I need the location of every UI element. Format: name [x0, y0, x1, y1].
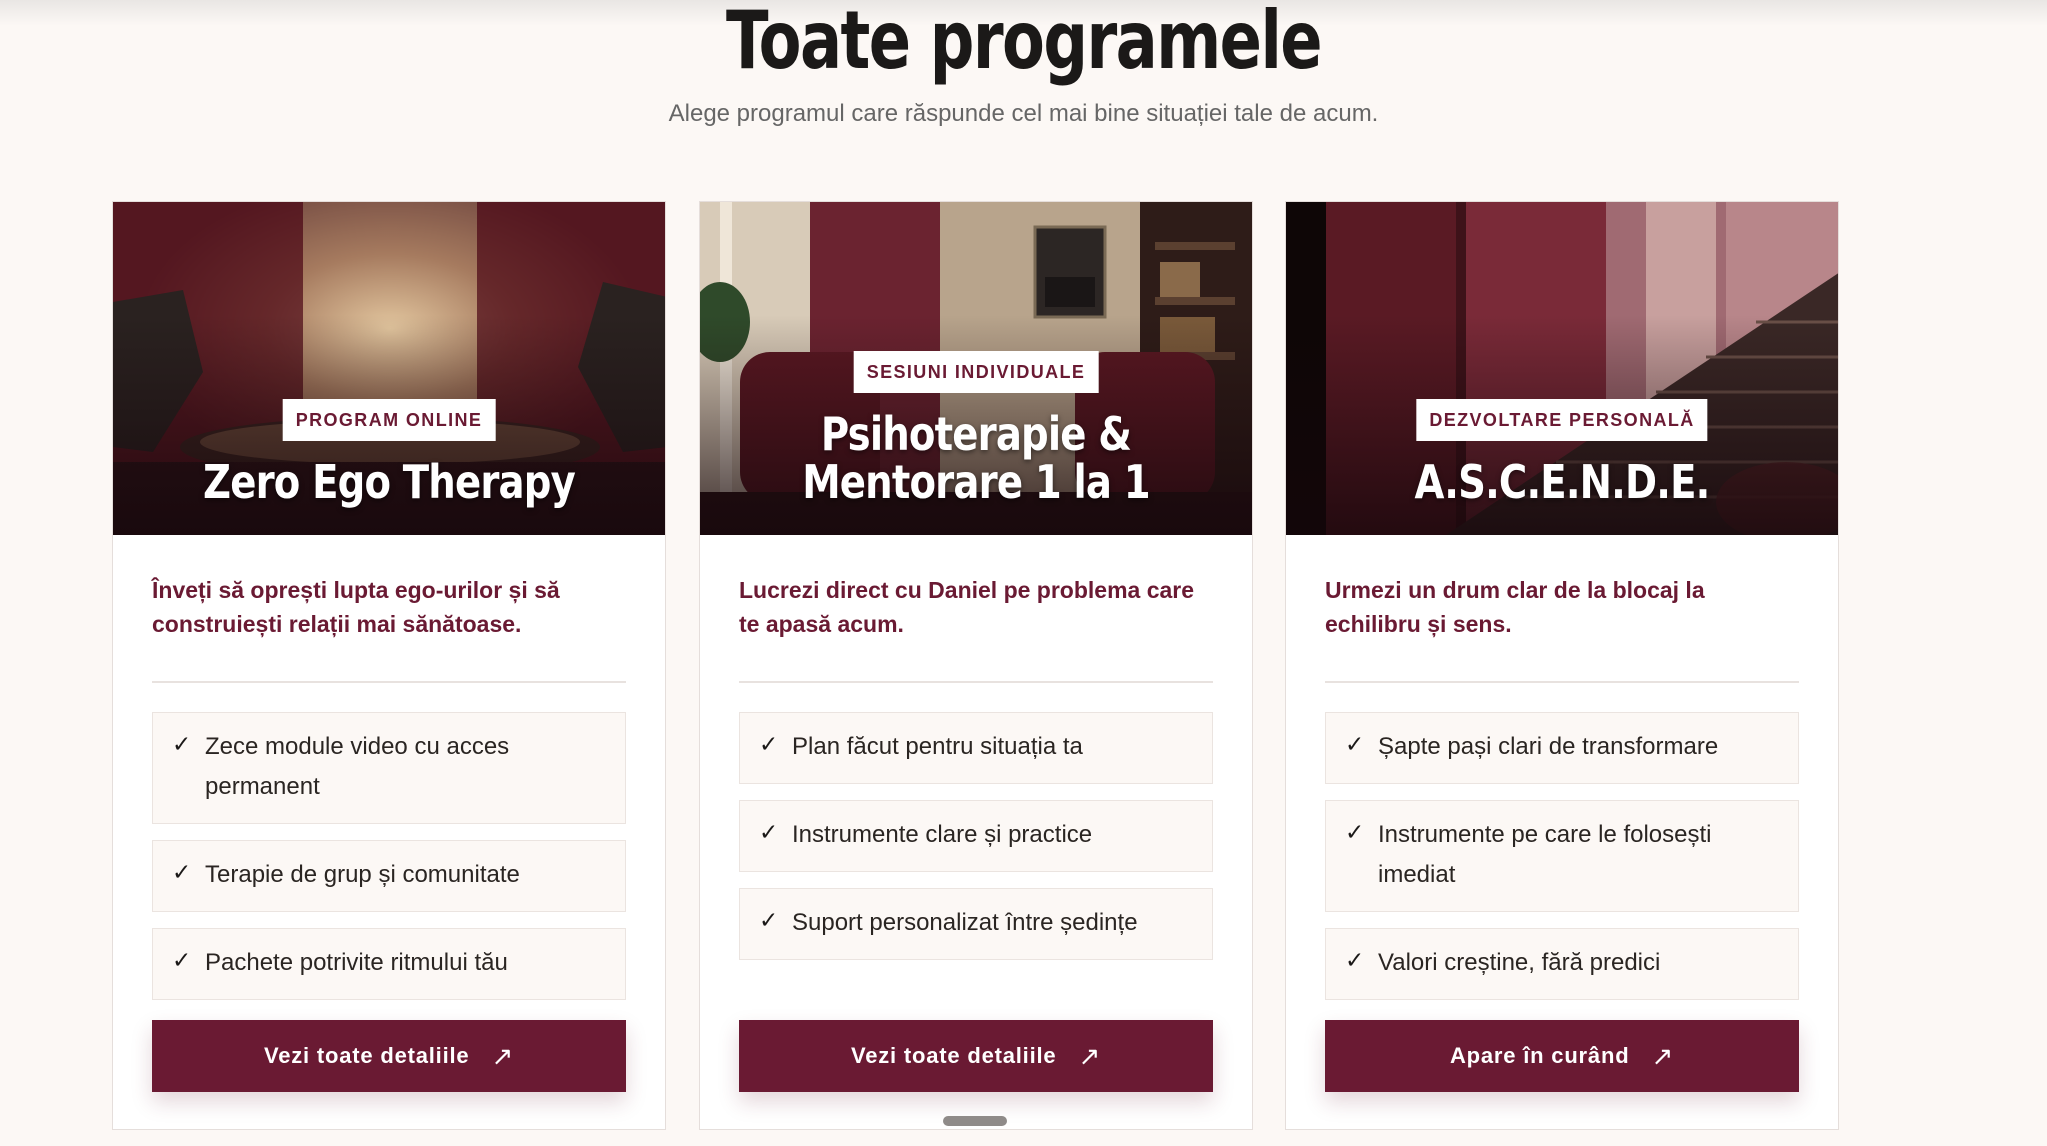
- feature-item: ✓ Terapie de grup și comunitate: [152, 840, 626, 912]
- check-icon: ✓: [759, 732, 779, 758]
- check-icon: ✓: [172, 732, 192, 758]
- program-card-ascende: DEZVOLTARE PERSONALĂ A.S.C.E.N.D.E. Urme…: [1285, 201, 1839, 1130]
- feature-item: ✓ Instrumente pe care le folosești imedi…: [1325, 800, 1799, 912]
- program-card-psihoterapie: SESIUNI INDIVIDUALE Psihoterapie & Mento…: [699, 201, 1253, 1130]
- button-label: Vezi toate detaliile: [263, 1043, 470, 1068]
- program-card-zero-ego: PROGRAM ONLINE Zero Ego Therapy Înveți s…: [112, 201, 666, 1130]
- card-hero-image: PROGRAM ONLINE Zero Ego Therapy: [113, 202, 665, 535]
- program-badge: PROGRAM ONLINE: [282, 399, 496, 441]
- carousel-scroll-handle[interactable]: [943, 1116, 1007, 1126]
- feature-text: Zece module video cu acces permanent: [205, 733, 510, 800]
- feature-text: Instrumente pe care le folosești imediat: [1378, 821, 1712, 888]
- button-label: Apare în curând: [1449, 1043, 1630, 1068]
- feature-text: Suport personalizat între ședințe: [792, 909, 1138, 936]
- check-icon: ✓: [172, 948, 192, 974]
- card-hero-image: DEZVOLTARE PERSONALĂ A.S.C.E.N.D.E.: [1286, 202, 1838, 535]
- feature-text: Valori creștine, fără predici: [1378, 949, 1661, 976]
- check-icon: ✓: [172, 860, 192, 886]
- program-lead: Urmezi un drum clar de la blocaj la echi…: [1325, 577, 1705, 637]
- coming-soon-button[interactable]: Apare în curând ↗: [1325, 1020, 1799, 1092]
- check-icon: ✓: [1345, 948, 1365, 974]
- page-subtitle: Alege programul care răspunde cel mai bi…: [668, 100, 1379, 127]
- program-title: Zero Ego Therapy: [203, 455, 576, 509]
- divider: [1325, 681, 1799, 683]
- feature-item: ✓ Instrumente clare și practice: [739, 800, 1213, 872]
- arrow-up-right-icon: ↗: [491, 1040, 515, 1071]
- check-icon: ✓: [759, 908, 779, 934]
- program-badge: SESIUNI INDIVIDUALE: [853, 351, 1099, 393]
- check-icon: ✓: [1345, 732, 1365, 758]
- card-hero-image: SESIUNI INDIVIDUALE Psihoterapie & Mento…: [700, 202, 1252, 535]
- feature-item: ✓ Plan făcut pentru situația ta: [739, 712, 1213, 784]
- program-title: A.S.C.E.N.D.E.: [1414, 455, 1710, 509]
- check-icon: ✓: [1345, 820, 1365, 846]
- feature-text: Șapte pași clari de transformare: [1378, 733, 1719, 760]
- program-lead: Înveți să oprești lupta ego-urilor și să…: [152, 577, 560, 637]
- details-button[interactable]: Vezi toate detaliile ↗: [739, 1020, 1213, 1092]
- arrow-up-right-icon: ↗: [1078, 1040, 1102, 1071]
- feature-text: Instrumente clare și practice: [792, 821, 1093, 848]
- details-button[interactable]: Vezi toate detaliile ↗: [152, 1020, 626, 1092]
- feature-item: ✓ Zece module video cu acces permanent: [152, 712, 626, 824]
- feature-text: Plan făcut pentru situația ta: [792, 733, 1083, 760]
- program-badge: DEZVOLTARE PERSONALĂ: [1416, 399, 1708, 441]
- feature-item: ✓ Suport personalizat între ședințe: [739, 888, 1213, 960]
- feature-text: Pachete potrivite ritmului tău: [205, 949, 508, 976]
- arrow-up-right-icon: ↗: [1651, 1040, 1675, 1071]
- divider: [739, 681, 1213, 683]
- program-lead: Lucrezi direct cu Daniel pe problema car…: [739, 577, 1195, 637]
- feature-text: Terapie de grup și comunitate: [205, 861, 520, 888]
- page-title: Toate programele: [725, 0, 1323, 87]
- program-title: Psihoterapie & Mentorare 1 la 1: [802, 407, 1150, 509]
- button-label: Vezi toate detaliile: [850, 1043, 1057, 1068]
- feature-item: ✓ Șapte pași clari de transformare: [1325, 712, 1799, 784]
- check-icon: ✓: [759, 820, 779, 846]
- feature-item: ✓ Pachete potrivite ritmului tău: [152, 928, 626, 1000]
- divider: [152, 681, 626, 683]
- feature-item: ✓ Valori creștine, fără predici: [1325, 928, 1799, 1000]
